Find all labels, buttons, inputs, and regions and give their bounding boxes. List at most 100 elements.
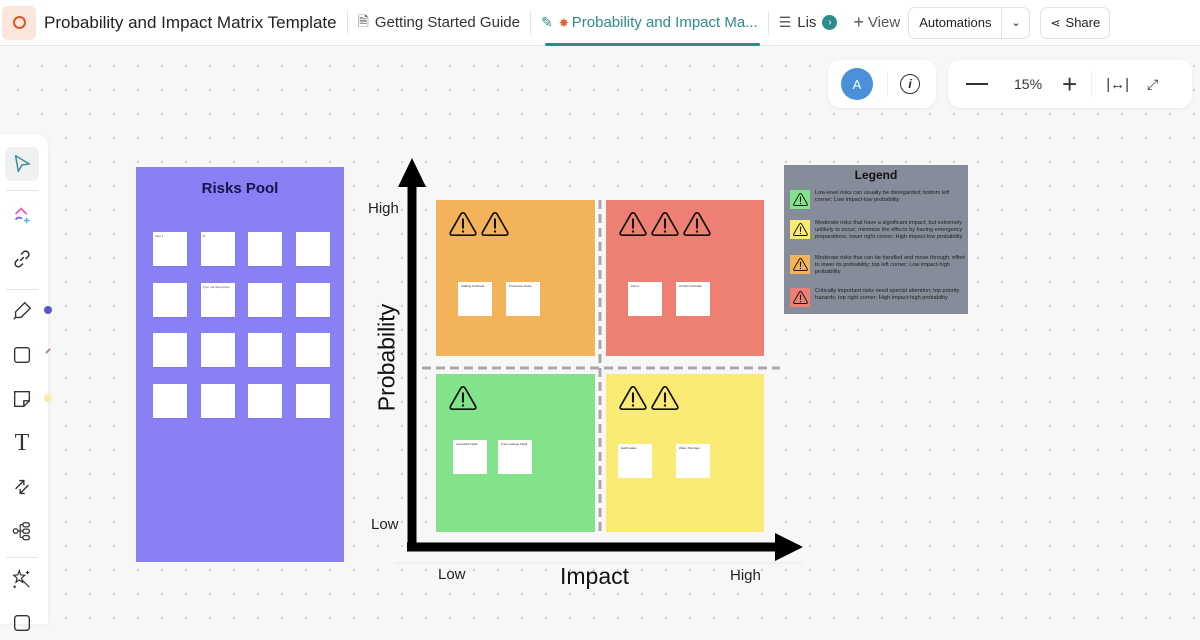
divider (6, 557, 38, 558)
divider (529, 10, 531, 35)
legend-panel[interactable]: Legend Low-level risks can usually be di… (784, 165, 968, 314)
y-axis-title: Probability (373, 303, 400, 412)
square-icon (13, 346, 31, 364)
pool-sticky-note[interactable] (200, 333, 235, 367)
ai-tool[interactable] (5, 198, 39, 232)
legend-swatch (790, 255, 810, 274)
y-low-label: Low (371, 516, 399, 533)
legend-text: Moderate risks that have a significant i… (815, 220, 963, 240)
top-bar: Probability and Impact Matrix Template 🗎… (0, 0, 1200, 46)
legend-swatch (790, 190, 810, 209)
cursor-icon (14, 155, 31, 173)
link-tool[interactable] (5, 242, 39, 276)
zoom-out-button[interactable] (966, 83, 988, 85)
connector-tool[interactable] (5, 470, 39, 504)
pen-color-dot[interactable] (44, 306, 52, 314)
automations-label: Automations (919, 15, 992, 30)
tab-label: Lis (797, 14, 817, 31)
chevron-right-icon[interactable]: › (822, 15, 838, 30)
legend-item: Moderate risks that can be handled and m… (790, 255, 965, 276)
shape-tool[interactable] (5, 338, 39, 372)
share-button[interactable]: ⋖ Share (1040, 6, 1111, 39)
divider (346, 10, 348, 35)
legend-swatch (790, 288, 810, 307)
pool-sticky-note[interactable] (153, 282, 187, 317)
pool-sticky-note[interactable] (200, 383, 235, 418)
avatar[interactable]: A (841, 68, 873, 100)
fit-width-icon[interactable]: |↔| (1106, 76, 1129, 93)
mind-map-tool[interactable] (5, 514, 39, 548)
pool-sticky-note[interactable]: Type risk description (200, 282, 235, 317)
divider (887, 71, 888, 97)
media-tool[interactable] (5, 606, 39, 640)
sticky-note-icon (13, 390, 31, 408)
risks-pool-frame[interactable]: Risks Pool Idea 1 Ri Type risk description (136, 167, 344, 562)
ai-magic-tool[interactable] (5, 562, 39, 596)
link-icon (14, 250, 30, 268)
chevron-down-icon[interactable]: ⌄ (1001, 7, 1029, 38)
info-icon[interactable]: i (900, 74, 920, 94)
workspace-icon[interactable] (2, 5, 36, 40)
tab-list[interactable]: ☰ Lis › (779, 0, 838, 46)
legend-title: Legend (854, 168, 898, 182)
pool-sticky-note[interactable] (248, 282, 282, 317)
connector-arrows-icon (15, 479, 29, 495)
pool-sticky-note[interactable]: Ri (200, 232, 235, 266)
pool-sticky-note[interactable] (295, 383, 330, 418)
share-label: Share (1065, 15, 1101, 30)
pool-sticky-note[interactable] (248, 383, 282, 418)
image-icon (13, 614, 31, 632)
zoom-in-button[interactable]: + (1062, 71, 1077, 97)
pool-sticky-note[interactable] (295, 333, 330, 367)
pool-sticky-note[interactable] (153, 333, 187, 367)
add-view-button[interactable]: + View (853, 0, 900, 46)
marker-icon (13, 301, 32, 320)
fullscreen-icon[interactable]: ⤢ (1147, 76, 1158, 93)
legend-text: Critically important risks need special … (815, 288, 960, 301)
zoom-level: 15% (1014, 76, 1043, 92)
zoom-panel: 15% + |↔| ⤢ (948, 60, 1192, 108)
pool-sticky-note[interactable] (153, 383, 187, 418)
pen-tool[interactable] (5, 294, 39, 328)
whiteboard-icon: ✎ (540, 14, 553, 30)
tab-whiteboard[interactable]: ✎ ✸ Probability and Impact Ma... (540, 0, 760, 46)
x-high-label: High (730, 567, 761, 584)
mind-map-icon (12, 522, 30, 541)
text-tool[interactable]: T (5, 426, 39, 460)
doc-icon: 🗎 (357, 12, 369, 29)
x-axis-title: Impact (560, 563, 630, 589)
share-icon: ⋖ (1050, 15, 1061, 30)
text-icon: T (14, 429, 30, 456)
presence-panel: A i (828, 60, 936, 108)
pool-sticky-note[interactable] (295, 232, 330, 266)
warning-icon (792, 258, 808, 271)
add-view-label: View (867, 14, 901, 31)
quadrant-dividers (422, 200, 780, 535)
legend-item: Critically important risks need special … (790, 288, 965, 307)
clickup-ai-icon (14, 207, 30, 224)
pool-sticky-note[interactable]: Idea 1 (153, 232, 187, 266)
select-tool[interactable] (5, 147, 39, 181)
automations-button[interactable]: Automations ⌄ (908, 6, 1031, 39)
pool-sticky-note[interactable] (248, 232, 282, 266)
burst-icon: ✸ (558, 15, 569, 30)
pool-sticky-note[interactable] (295, 282, 330, 317)
tools-sidebar: T (0, 134, 52, 632)
pool-sticky-note[interactable] (248, 333, 282, 367)
legend-item: Moderate risks that have a significant i… (790, 220, 965, 241)
divider (1091, 71, 1093, 97)
magic-wand-icon (12, 568, 30, 589)
legend-item: Low-level risks can usually be disregard… (790, 190, 965, 209)
y-axis-arrowhead (398, 158, 426, 187)
tab-label: Probability and Impact Ma... (571, 14, 758, 31)
sticky-note-tool[interactable] (5, 382, 39, 416)
y-high-label: High (368, 200, 399, 217)
legend-text: Moderate risks that can be handled and m… (815, 255, 965, 275)
sticky-color-dot[interactable] (44, 394, 52, 402)
x-low-label: Low (438, 566, 466, 583)
tab-getting-started[interactable]: 🗎 Getting Started Guide (358, 0, 520, 46)
legend-swatch (790, 220, 810, 239)
divider (6, 190, 38, 191)
tab-label: Getting Started Guide (374, 14, 520, 31)
warning-icon (792, 291, 808, 304)
